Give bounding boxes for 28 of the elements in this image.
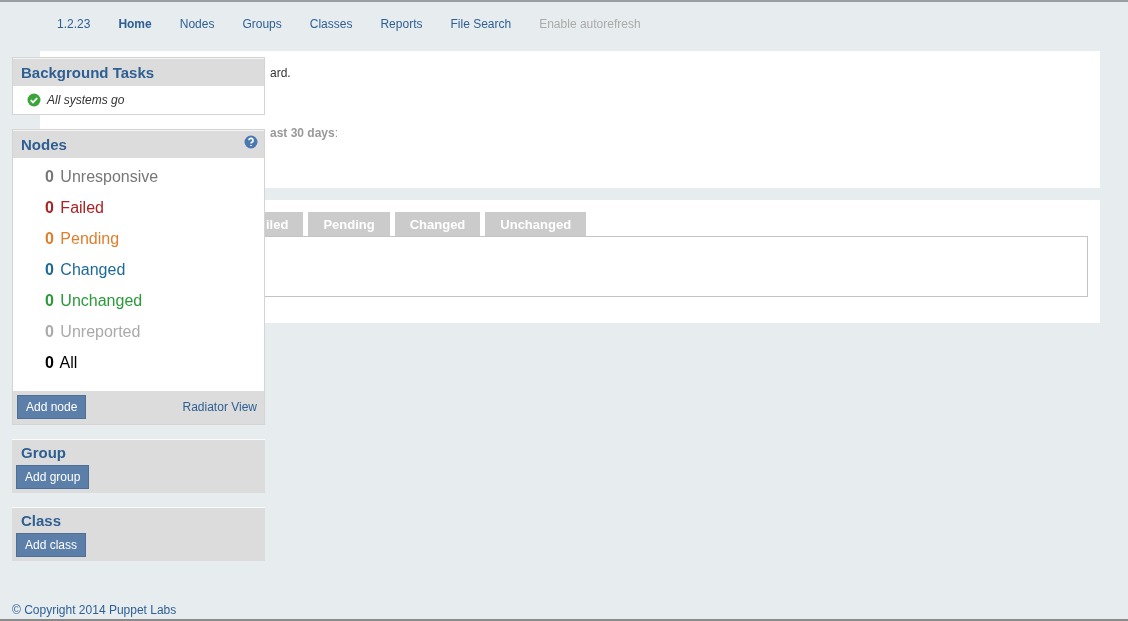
nav-link[interactable]: Groups	[242, 17, 282, 36]
nav-link[interactable]: Home	[118, 17, 152, 36]
add-class-button[interactable]: Add class	[16, 533, 87, 557]
node-status-link[interactable]: 0 Changed	[45, 259, 126, 290]
nav-link[interactable]: 1.2.23	[57, 17, 91, 36]
help-icon[interactable]	[244, 134, 258, 149]
add-group-button[interactable]: Add group	[16, 465, 90, 489]
card-title: Group	[20, 444, 67, 463]
copyright-text: © Copyright 2014 Puppet Labs	[12, 603, 177, 617]
add-node-button[interactable]: Add node	[17, 395, 87, 419]
card-title: Class	[20, 512, 63, 531]
card-title: Nodes	[21, 136, 67, 153]
nav-link[interactable]: Reports	[380, 17, 423, 36]
node-status-link[interactable]: 0 All	[45, 352, 78, 383]
node-status-link[interactable]: 0 Unchanged	[45, 290, 143, 321]
nav-link[interactable]: Classes	[309, 17, 353, 36]
intro-text: ard.	[270, 66, 292, 80]
summary-text: ast 30 days:	[270, 126, 340, 140]
status-text: All systems go	[47, 93, 125, 107]
nav-link[interactable]: File Search	[450, 17, 512, 36]
node-status-link[interactable]: 0 Failed	[45, 197, 104, 228]
node-status-link[interactable]: 0 Pending	[45, 228, 120, 259]
radiator-view-link[interactable]: Radiator View	[182, 400, 257, 414]
node-status-link[interactable]: 0 Unresponsive	[45, 166, 159, 197]
check-icon	[27, 93, 41, 107]
nav-link[interactable]: Nodes	[179, 17, 215, 36]
card-title: Background Tasks	[21, 64, 155, 81]
node-status-link[interactable]: 0 Unreported	[45, 321, 141, 352]
